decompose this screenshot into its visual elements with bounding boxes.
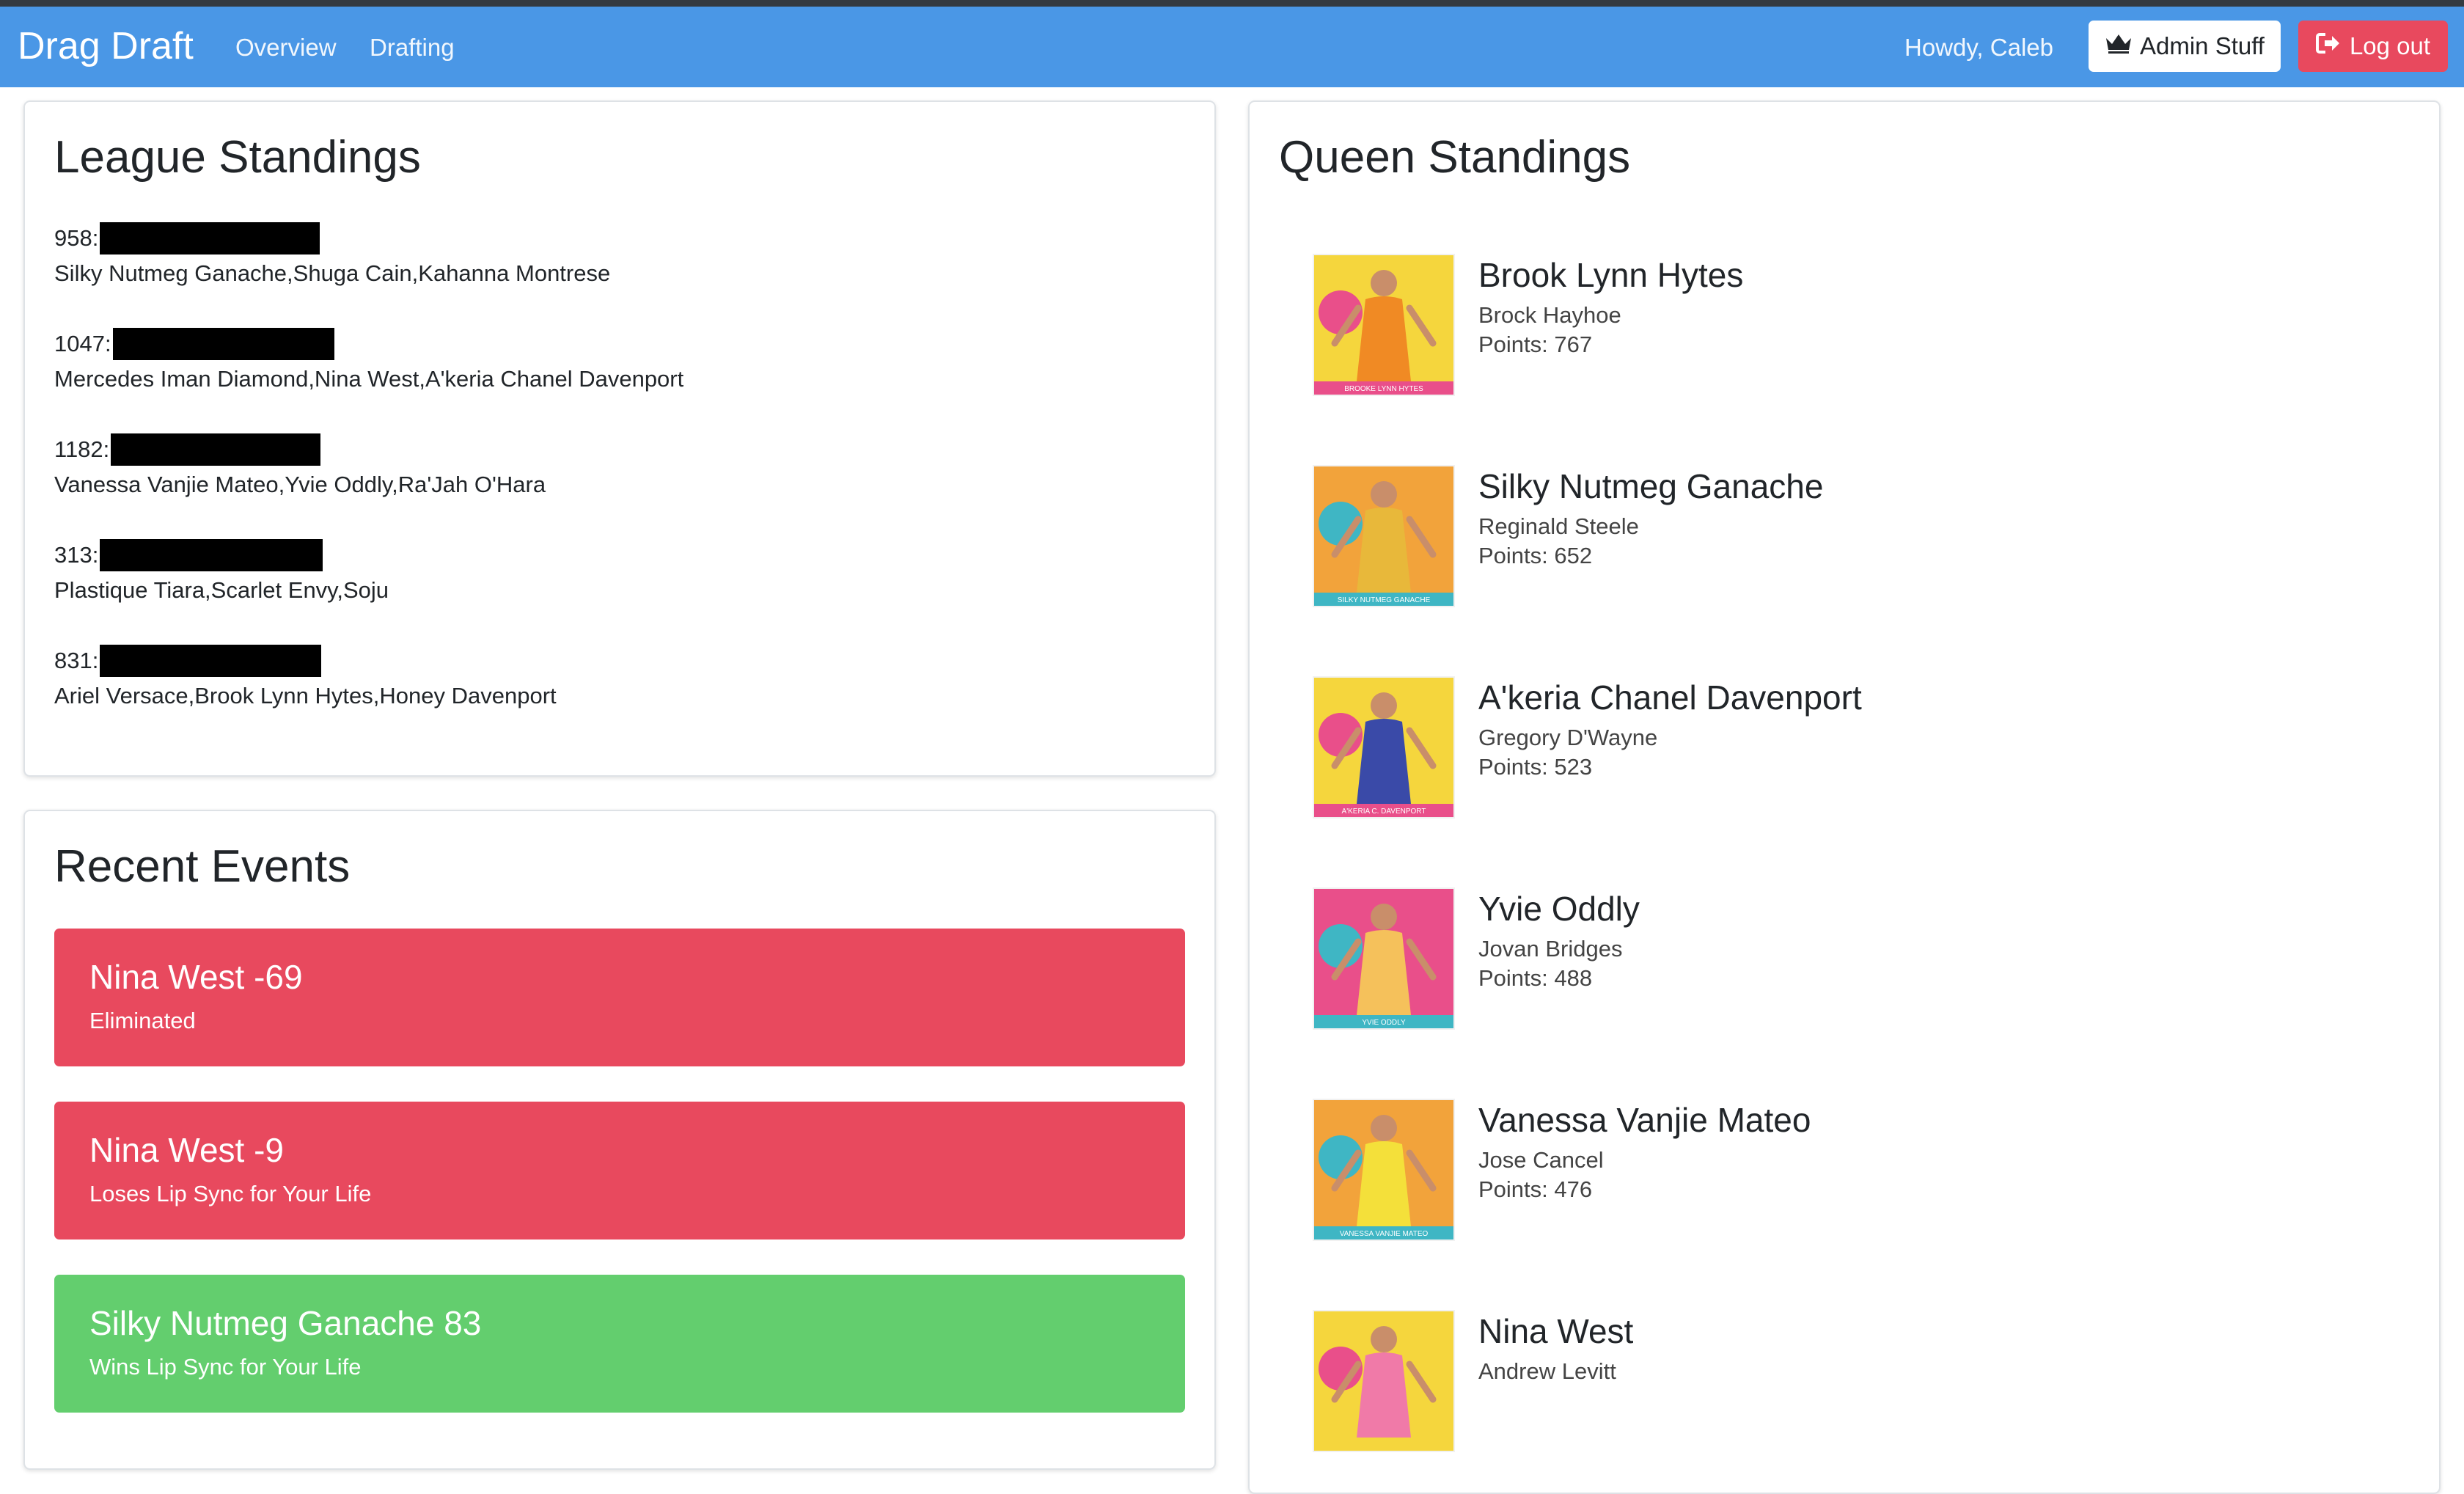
team-score: 958:: [54, 224, 99, 251]
queen-points: Points: 488: [1478, 965, 1593, 991]
event-item[interactable]: Nina West -69 Eliminated: [54, 929, 1185, 1066]
queen-portrait: A'KERIA C. DAVENPORT: [1313, 676, 1455, 819]
queen-outfit: [1357, 1141, 1411, 1226]
queen-outfit: [1357, 296, 1411, 381]
league-standings-card: League Standings 958: Silky Nutmeg Ganac…: [23, 100, 1216, 777]
team-entry: 1182: Vanessa Vanjie Mateo,Yvie Oddly,Ra…: [54, 431, 546, 502]
queen-name: A'keria Chanel Davenport: [1478, 678, 1862, 717]
redacted-team-name: [100, 644, 322, 677]
recent-events-title: Recent Events: [54, 841, 351, 892]
team-members: Mercedes Iman Diamond,Nina West,A'keria …: [54, 365, 684, 392]
queen-outfit: [1357, 508, 1411, 593]
team-score: 1182:: [54, 436, 110, 462]
queen-outfit: [1357, 719, 1411, 804]
nav-link-overview[interactable]: Overview: [235, 33, 337, 62]
redacted-team-name: [111, 433, 321, 466]
navbar: Drag Draft Overview Drafting Howdy, Cale…: [0, 7, 2464, 87]
queen-portrait: BROOKE LYNN HYTES: [1313, 254, 1455, 396]
event-item[interactable]: Silky Nutmeg Ganache 83 Wins Lip Sync fo…: [54, 1275, 1185, 1413]
team-members: Ariel Versace,Brook Lynn Hytes,Honey Dav…: [54, 682, 557, 708]
queen-head: [1371, 692, 1397, 719]
queen-head: [1371, 904, 1397, 930]
event-title: Silky Nutmeg Ganache 83: [89, 1304, 482, 1342]
redacted-team-name: [112, 327, 334, 360]
admin-stuff-button[interactable]: Admin Stuff: [2089, 21, 2281, 72]
recent-events-card: Recent Events Nina West -69 Eliminated N…: [23, 810, 1216, 1470]
queen-portrait: YVIE ODDLY: [1313, 887, 1455, 1030]
queen-standings-card: Queen Standings BROOKE LYNN HYTES Brook …: [1248, 100, 2441, 1494]
queen-item[interactable]: Nina West Andrew Levitt: [1313, 1310, 2413, 1457]
queen-standings-title: Queen Standings: [1279, 132, 1631, 183]
event-subtitle: Eliminated: [89, 1008, 196, 1033]
user-greeting: Howdy, Caleb: [1904, 34, 2053, 61]
crown-icon: [2105, 32, 2133, 60]
event-subtitle: Wins Lip Sync for Your Life: [89, 1354, 362, 1380]
event-title: Nina West -9: [89, 1131, 285, 1169]
queen-item[interactable]: BROOKE LYNN HYTES Brook Lynn Hytes Brock…: [1313, 254, 2413, 400]
queen-head: [1371, 270, 1397, 296]
admin-stuff-label: Admin Stuff: [2140, 32, 2265, 59]
team-entry: 313: Plastique Tiara,Scarlet Envy,Soju: [54, 536, 389, 608]
queen-name: Silky Nutmeg Ganache: [1478, 467, 1824, 505]
team-members: Vanessa Vanjie Mateo,Yvie Oddly,Ra'Jah O…: [54, 471, 546, 497]
queen-item[interactable]: A'KERIA C. DAVENPORT A'keria Chanel Dave…: [1313, 676, 2413, 823]
queen-name: Yvie Oddly: [1478, 890, 1640, 928]
queen-portrait: SILKY NUTMEG GANACHE: [1313, 465, 1455, 607]
brand-logo[interactable]: Drag Draft: [18, 23, 194, 70]
queen-item[interactable]: VANESSA VANJIE MATEO Vanessa Vanjie Mate…: [1313, 1099, 2413, 1245]
queen-name: Nina West: [1478, 1312, 1634, 1350]
queen-portrait: [1313, 1310, 1455, 1452]
team-members: Silky Nutmeg Ganache,Shuga Cain,Kahanna …: [54, 260, 611, 286]
redacted-team-name: [100, 221, 320, 255]
queen-item[interactable]: SILKY NUTMEG GANACHE Silky Nutmeg Ganach…: [1313, 465, 2413, 612]
event-item[interactable]: Nina West -9 Loses Lip Sync for Your Lif…: [54, 1102, 1185, 1239]
queen-item[interactable]: YVIE ODDLY Yvie Oddly Jovan Bridges Poin…: [1313, 887, 2413, 1034]
team-entry: 831: Ariel Versace,Brook Lynn Hytes,Hone…: [54, 642, 557, 714]
queen-head: [1371, 1326, 1397, 1352]
queen-name: Brook Lynn Hytes: [1478, 256, 1744, 294]
queen-real-name: Jovan Bridges: [1478, 936, 1623, 962]
event-subtitle: Loses Lip Sync for Your Life: [89, 1181, 372, 1206]
nav-link-drafting[interactable]: Drafting: [370, 33, 455, 62]
log-out-label: Log out: [2349, 32, 2431, 59]
queen-head: [1371, 481, 1397, 508]
queen-points: Points: 523: [1478, 754, 1593, 780]
portrait-caption: YVIE ODDLY: [1362, 1019, 1406, 1027]
team-score: 313:: [54, 541, 99, 568]
queen-real-name: Reginald Steele: [1478, 513, 1639, 539]
queen-real-name: Gregory D'Wayne: [1478, 725, 1658, 750]
queen-points: Points: 652: [1478, 543, 1593, 568]
queen-real-name: Andrew Levitt: [1478, 1358, 1616, 1384]
queen-outfit: [1357, 1352, 1411, 1438]
queen-points: Points: 767: [1478, 332, 1593, 357]
league-standings-title: League Standings: [54, 132, 421, 183]
queen-name: Vanessa Vanjie Mateo: [1478, 1101, 1811, 1139]
window-top-border: [0, 0, 2464, 7]
sign-out-icon: [2315, 32, 2341, 60]
team-entry: 958: Silky Nutmeg Ganache,Shuga Cain,Kah…: [54, 219, 610, 291]
event-title: Nina West -69: [89, 958, 303, 996]
log-out-button[interactable]: Log out: [2298, 21, 2448, 72]
team-score: 831:: [54, 647, 99, 673]
portrait-caption: SILKY NUTMEG GANACHE: [1338, 596, 1431, 604]
queen-points: Points: 476: [1478, 1176, 1593, 1202]
redacted-team-name: [100, 538, 323, 571]
team-entry: 1047: Mercedes Iman Diamond,Nina West,A'…: [54, 325, 683, 397]
queen-portrait: VANESSA VANJIE MATEO: [1313, 1099, 1455, 1241]
portrait-caption: VANESSA VANJIE MATEO: [1340, 1230, 1429, 1238]
queen-head: [1371, 1115, 1397, 1141]
queen-real-name: Jose Cancel: [1478, 1147, 1604, 1173]
team-members: Plastique Tiara,Scarlet Envy,Soju: [54, 576, 389, 603]
queen-outfit: [1357, 930, 1411, 1015]
portrait-caption: BROOKE LYNN HYTES: [1344, 385, 1423, 393]
team-score: 1047:: [54, 330, 111, 356]
queen-real-name: Brock Hayhoe: [1478, 302, 1621, 328]
portrait-caption: A'KERIA C. DAVENPORT: [1342, 808, 1426, 816]
